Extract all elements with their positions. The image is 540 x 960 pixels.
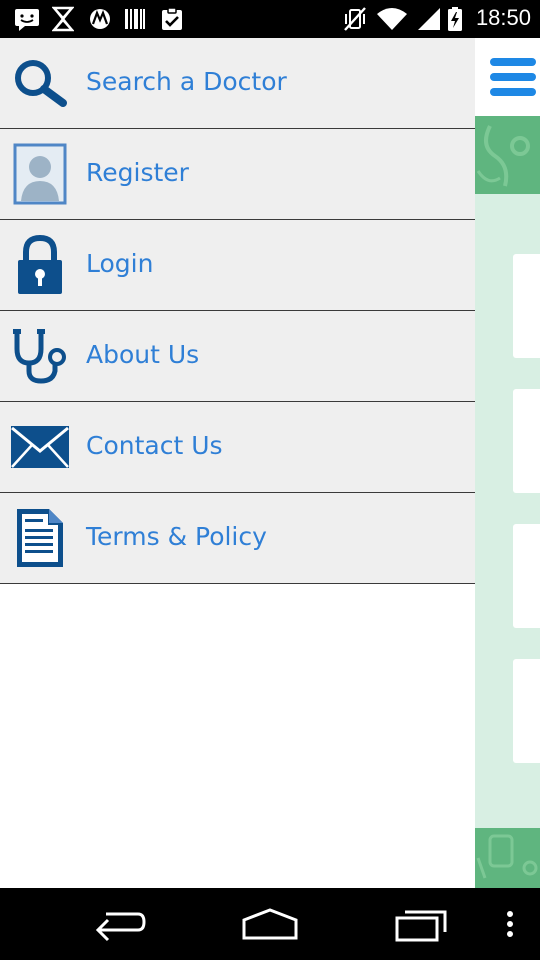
back-icon[interactable]: [92, 902, 148, 946]
overflow-menu-icon[interactable]: [502, 902, 518, 946]
signal-icon: [418, 8, 440, 30]
clipboard-check-icon: [162, 7, 182, 30]
content-card[interactable]: [513, 524, 540, 628]
drawer-item-about-us[interactable]: About Us: [0, 311, 475, 402]
search-icon: [10, 50, 70, 116]
drawer-item-label: Contact Us: [86, 431, 223, 460]
drawer-item-label: Search a Doctor: [86, 67, 287, 96]
barcode-icon: [125, 9, 145, 29]
user-profile-icon: [10, 141, 70, 207]
drawer-item-login[interactable]: Login: [0, 220, 475, 311]
content-card[interactable]: [513, 389, 540, 493]
status-time: 18:50: [475, 5, 531, 30]
envelope-icon: [10, 414, 70, 480]
recent-apps-icon[interactable]: [393, 902, 451, 946]
drawer-item-search-doctor[interactable]: Search a Doctor: [0, 38, 475, 129]
lock-icon: [10, 232, 70, 298]
wifi-icon: [377, 8, 407, 30]
system-navigation-bar: [0, 888, 540, 960]
drawer-item-label: Login: [86, 249, 154, 278]
drawer-item-terms-policy[interactable]: Terms & Policy: [0, 493, 475, 584]
navigation-drawer: Search a Doctor Register Login About Us …: [0, 38, 475, 888]
stethoscope-icon: [10, 323, 70, 389]
messenger-icon: [15, 9, 39, 31]
drawer-item-register[interactable]: Register: [0, 129, 475, 220]
content-card[interactable]: [513, 659, 540, 763]
drawer-item-label: About Us: [86, 340, 200, 369]
status-bar: 18:50: [0, 0, 540, 38]
drawer-item-contact-us[interactable]: Contact Us: [0, 402, 475, 493]
home-icon[interactable]: [240, 902, 300, 946]
content-card[interactable]: [513, 254, 540, 358]
drawer-item-label: Register: [86, 158, 189, 187]
vibrate-off-icon: [344, 7, 366, 31]
battery-charging-icon: [448, 7, 462, 31]
document-icon: [10, 505, 70, 571]
motorola-icon: [90, 9, 110, 29]
missed-call-icon: [52, 6, 74, 32]
drawer-item-label: Terms & Policy: [86, 522, 267, 551]
hamburger-menu-icon[interactable]: [488, 52, 538, 102]
